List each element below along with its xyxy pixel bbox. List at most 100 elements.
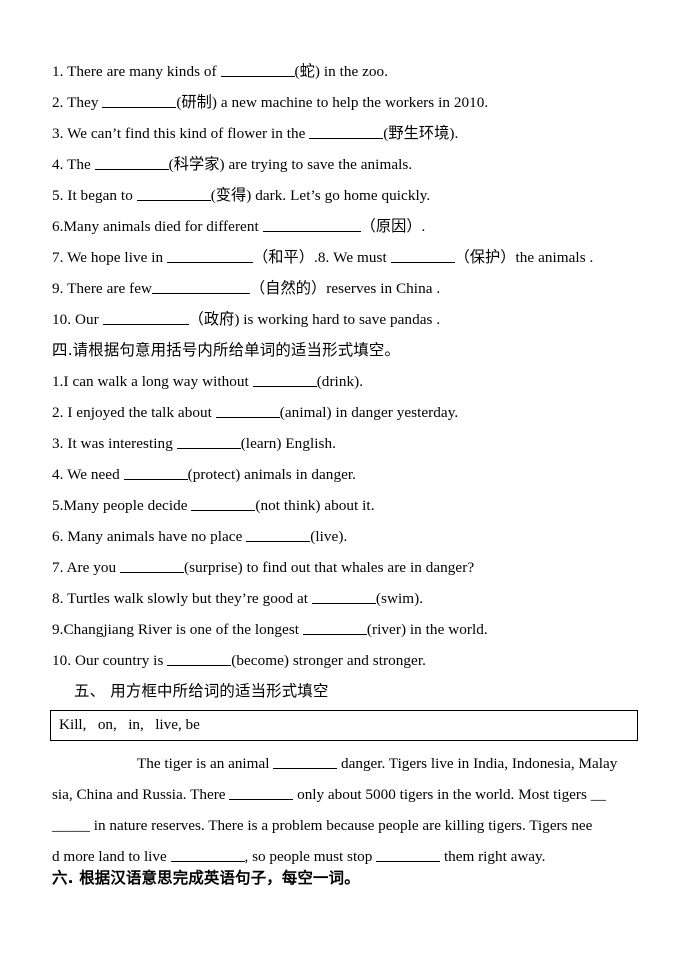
cloze-passage: The tiger is an animal danger. Tigers li… — [52, 748, 638, 872]
fill-blank[interactable] — [252, 373, 317, 387]
passage-line-3-text: _____ in nature reserves. There is a pro… — [52, 817, 593, 834]
s4q6-text-after: (live). — [310, 528, 348, 545]
section4-question-item-6: 6. Many animals have no place (live). — [52, 521, 642, 552]
passage-line-1-before: The tiger is an animal — [137, 755, 274, 772]
question-1-text-after: (蛇) in the zoo. — [294, 63, 389, 80]
passage-line-4-after: them right away. — [440, 848, 546, 865]
s4q4-text-before: 4. We need — [52, 466, 124, 483]
fill-blank[interactable] — [229, 786, 294, 800]
passage-line-1-after: danger. Tigers live in India, Indonesia,… — [337, 755, 618, 772]
section4-question-item-5: 5.Many people decide (not think) about i… — [52, 490, 642, 521]
s4q9-text-before: 9.Changjiang River is one of the longest — [52, 621, 303, 638]
question-8-text-after: （保护）the animals . — [454, 249, 594, 266]
passage-line-2: sia, China and Russia. There only about … — [52, 779, 638, 810]
section-five-heading: 五、 用方框中所给词的适当形式填空 — [74, 682, 329, 700]
document-page: 1. There are many kinds of (蛇) in the zo… — [0, 0, 688, 971]
word-bank-text: Kill, on, in, live, be — [59, 716, 200, 733]
fill-blank[interactable] — [246, 528, 311, 542]
passage-line-2-before: sia, China and Russia. There — [52, 786, 230, 803]
fill-blank[interactable] — [390, 249, 455, 263]
fill-blank[interactable] — [220, 63, 295, 77]
question-7-text-before: 7. We hope live in — [52, 249, 168, 266]
s4q4-text-after: (protect) animals in danger. — [187, 466, 356, 483]
question-6-text-before: 6.Many animals died for different — [52, 218, 263, 235]
question-4-text-after: (科学家) are trying to save the animals. — [168, 156, 413, 173]
question-item-2: 2. They (研制) a new machine to help the w… — [52, 87, 642, 118]
question-item-9: 9. There are few （自然的）reserves in China . — [52, 273, 642, 304]
s4q8-text-before: 8. Turtles walk slowly but they’re good … — [52, 590, 312, 607]
question-3-text-before: 3. We can’t find this kind of flower in … — [52, 125, 310, 142]
fill-blank[interactable] — [102, 94, 177, 108]
fill-blank[interactable] — [176, 435, 241, 449]
fill-blank[interactable] — [376, 848, 441, 862]
s4q3-text-after: (learn) English. — [240, 435, 336, 452]
question-6-text-after: （原因）. — [360, 218, 426, 235]
s4q2-text-before: 2. I enjoyed the talk about — [52, 404, 216, 421]
question-5-text-after: (变得) dark. Let’s go home quickly. — [210, 187, 431, 204]
passage-line-2-after: only about 5000 tigers in the world. Mos… — [293, 786, 606, 803]
s4q8-text-after: (swim). — [375, 590, 424, 607]
fill-blank[interactable] — [191, 497, 256, 511]
question-item-10: 10. Our （政府) is working hard to save pan… — [52, 304, 642, 335]
fill-blank[interactable] — [273, 755, 338, 769]
question-2-text-after: (研制) a new machine to help the workers i… — [176, 94, 489, 111]
s4q1-text-after: (drink). — [316, 373, 364, 390]
s4q7-text-after: (surprise) to find out that whales are i… — [184, 559, 475, 576]
fill-blank[interactable] — [309, 125, 384, 139]
s4q6-text-before: 6. Many animals have no place — [52, 528, 247, 545]
fill-blank[interactable] — [152, 280, 251, 294]
section4-question-item-9: 9.Changjiang River is one of the longest… — [52, 614, 642, 645]
question-5-text-before: 5. It began to — [52, 187, 137, 204]
section4-question-item-4: 4. We need (protect) animals in danger. — [52, 459, 642, 490]
s4q10-text-after: (become) stronger and stronger. — [231, 652, 426, 669]
fill-blank[interactable] — [167, 249, 254, 263]
fill-blank[interactable] — [123, 466, 188, 480]
fill-blank[interactable] — [167, 652, 232, 666]
exercise-list: 1. There are many kinds of (蛇) in the zo… — [52, 56, 642, 707]
fill-blank[interactable] — [94, 156, 169, 170]
s4q10-text-before: 10. Our country is — [52, 652, 168, 669]
word-bank-box: Kill, on, in, live, be — [50, 710, 638, 741]
fill-blank[interactable] — [311, 590, 376, 604]
section4-question-item-7: 7. Are you (surprise) to find out that w… — [52, 552, 642, 583]
fill-blank[interactable] — [136, 187, 211, 201]
passage-line-4-middle: , so people must stop — [244, 848, 377, 865]
fill-blank[interactable] — [102, 311, 189, 325]
fill-blank[interactable] — [215, 404, 280, 418]
passage-line-4-before: d more land to live — [52, 848, 171, 865]
question-10-text-before: 10. Our — [52, 311, 103, 328]
question-7-text-middle: （和平）.8. We must — [253, 249, 391, 266]
section4-question-item-10: 10. Our country is (become) stronger and… — [52, 645, 642, 676]
question-item-3: 3. We can’t find this kind of flower in … — [52, 118, 642, 149]
question-2-text-before: 2. They — [52, 94, 103, 111]
question-9-text-after: （自然的）reserves in China . — [250, 280, 441, 297]
question-4-text-before: 4. The — [52, 156, 95, 173]
fill-blank[interactable] — [262, 218, 361, 232]
section4-question-item-1: 1.I can walk a long way without (drink). — [52, 366, 642, 397]
fill-blank[interactable] — [120, 559, 185, 573]
s4q2-text-after: (animal) in danger yesterday. — [279, 404, 459, 421]
question-item-5: 5. It began to (变得) dark. Let’s go home … — [52, 180, 642, 211]
section-four-heading: 四.请根据句意用括号内所给单词的适当形式填空。 — [52, 341, 401, 359]
question-3-text-after: (野生环境). — [383, 125, 459, 142]
question-9-text-before: 9. There are few — [52, 280, 153, 297]
s4q5-text-after: (not think) about it. — [255, 497, 375, 514]
question-1-text-before: 1. There are many kinds of — [52, 63, 221, 80]
section4-question-item-2: 2. I enjoyed the talk about (animal) in … — [52, 397, 642, 428]
s4q7-text-before: 7. Are you — [52, 559, 121, 576]
passage-line-1: The tiger is an animal danger. Tigers li… — [52, 748, 638, 779]
fill-blank[interactable] — [302, 621, 367, 635]
fill-blank[interactable] — [170, 848, 245, 862]
s4q9-text-after: (river) in the world. — [366, 621, 488, 638]
section4-question-item-8: 8. Turtles walk slowly but they’re good … — [52, 583, 642, 614]
question-item-4: 4. The (科学家) are trying to save the anim… — [52, 149, 642, 180]
question-item-7-8: 7. We hope live in （和平）.8. We must （保护）t… — [52, 242, 642, 273]
s4q5-text-before: 5.Many people decide — [52, 497, 192, 514]
section-six-heading: 六. 根据汉语意思完成英语句子，每空一词。 — [52, 869, 360, 887]
question-item-6: 6.Many animals died for different （原因）. — [52, 211, 642, 242]
s4q1-text-before: 1.I can walk a long way without — [52, 373, 253, 390]
passage-line-3: _____ in nature reserves. There is a pro… — [52, 810, 638, 841]
question-item-1: 1. There are many kinds of (蛇) in the zo… — [52, 56, 642, 87]
s4q3-text-before: 3. It was interesting — [52, 435, 177, 452]
question-10-text-after: （政府) is working hard to save pandas . — [188, 311, 441, 328]
